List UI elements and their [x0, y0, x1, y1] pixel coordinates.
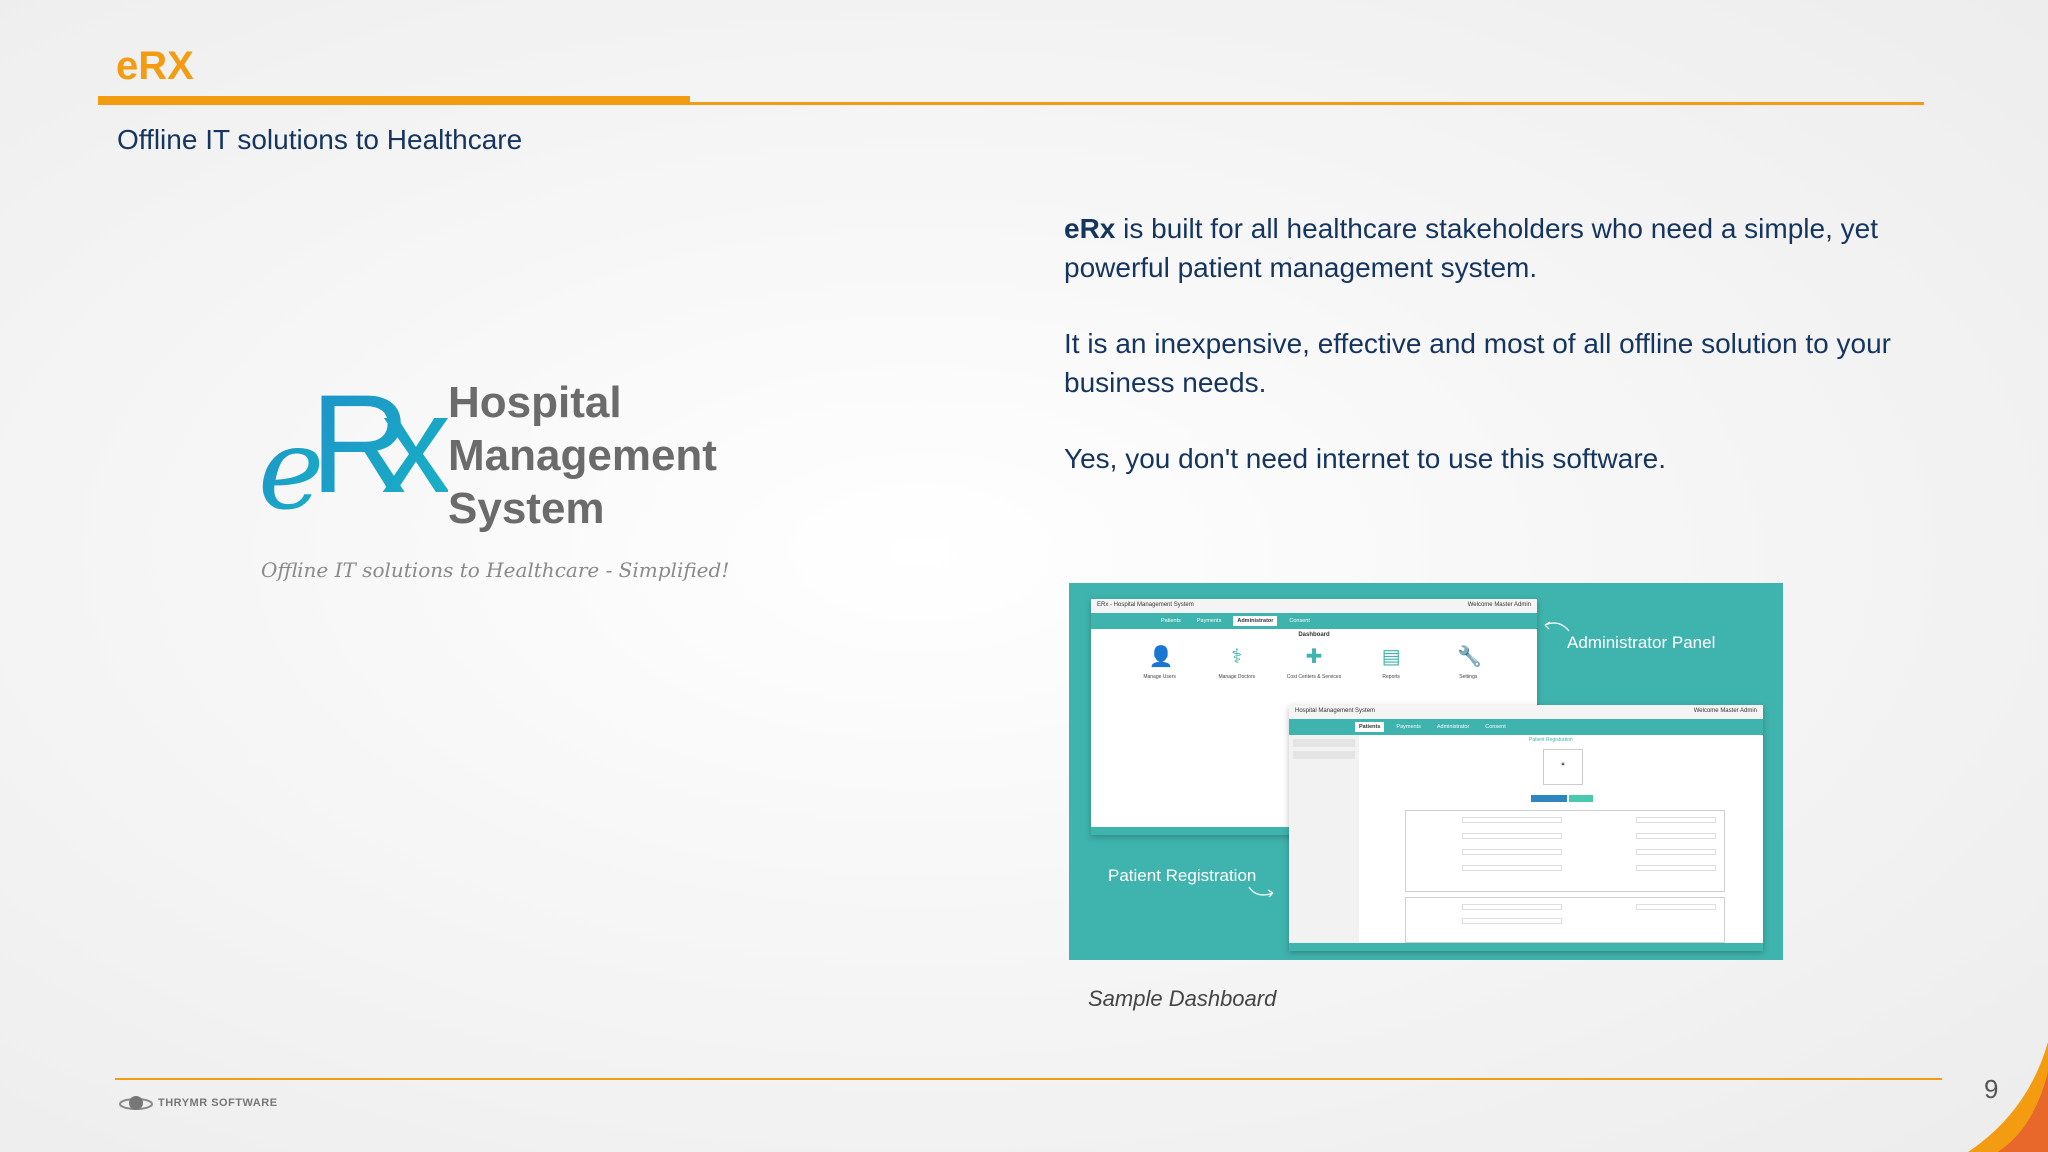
reg-welcome-text: Welcome Master Admin [1693, 708, 1757, 714]
welcome-text: Welcome Master Admin [1467, 602, 1531, 608]
footer-divider [115, 1078, 1942, 1080]
reg-sidebar [1289, 735, 1359, 951]
reg-heading: Patient Registration [1529, 737, 1573, 743]
description-paragraph-3: Yes, you don't need internet to use this… [1064, 443, 1667, 474]
reg-window-title: Hospital Management System [1295, 708, 1376, 714]
reg-field [1636, 865, 1716, 871]
logo-tagline: Offline IT solutions to Healthcare - Sim… [261, 558, 730, 582]
reg-nav-patients: Patients [1355, 722, 1385, 732]
medkit-icon: ✚ [1305, 646, 1323, 668]
user-icon: 👤 [1148, 646, 1174, 668]
reg-nav: Patients Payments Administrator Consent [1289, 719, 1763, 735]
logo-line-system: System [448, 484, 605, 533]
manage-doctors-caption: Manage Doctors [1218, 674, 1256, 680]
reg-field [1462, 849, 1562, 855]
app-title: eRX [116, 44, 194, 88]
reg-field [1462, 833, 1562, 839]
doctor-icon: ⚕ [1231, 646, 1243, 668]
reg-nav-payments: Payments [1396, 724, 1421, 730]
page-subtitle: Offline IT solutions to Healthcare [117, 124, 523, 155]
settings-item: 🔧 Settings [1438, 646, 1498, 680]
description-brand: eRx [1064, 213, 1116, 244]
patient-registration-window: Hospital Management System Welcome Maste… [1289, 705, 1763, 951]
admin-icon-row: 👤 Manage Users ⚕ Manage Doctors ✚ Cost C… [1091, 638, 1537, 680]
reg-sidebar-item [1293, 751, 1355, 759]
corner-swoosh-decoration [1968, 1042, 2048, 1152]
reg-field [1636, 849, 1716, 855]
description: eRx is built for all healthcare stakehol… [1064, 210, 1924, 517]
cost-centers-caption: Cost Centers & Services [1286, 674, 1342, 680]
manage-users-caption: Manage Users [1143, 674, 1176, 680]
logo-line-hospital: Hospital [448, 378, 622, 427]
reports-caption: Reports [1382, 674, 1400, 680]
reg-field [1462, 865, 1562, 871]
logo-line-management: Management [448, 431, 717, 480]
reg-field [1636, 904, 1716, 910]
dashboard-caption: Sample Dashboard [1088, 986, 1277, 1011]
reg-field [1462, 904, 1562, 910]
description-p1-text: is built for all healthcare stakeholders… [1064, 213, 1879, 283]
planet-logo-icon [119, 1096, 153, 1110]
reg-field [1462, 817, 1562, 823]
reg-field [1636, 817, 1716, 823]
contact-details-box [1405, 897, 1725, 943]
reg-field [1636, 833, 1716, 839]
patient-registration-label: Patient Registration [1108, 866, 1257, 885]
patient-details-box [1405, 810, 1725, 892]
manage-doctors-item: ⚕ Manage Doctors [1207, 646, 1267, 680]
photo-placeholder: ▣ [1543, 749, 1583, 785]
nav-consent: Consent [1289, 618, 1310, 624]
logo-wordmark: Hospital Management System [448, 376, 717, 535]
nav-payments: Payments [1196, 618, 1222, 624]
admin-nav: Patients Payments Administrator Consent [1091, 613, 1537, 629]
admin-window-header: ERx - Hospital Management System Welcome… [1091, 599, 1537, 613]
reg-window-footer [1289, 943, 1763, 951]
description-paragraph-1: eRx is built for all healthcare stakehol… [1064, 210, 1924, 287]
reg-button-primary [1531, 795, 1567, 802]
curved-arrow-icon [1544, 621, 1570, 632]
administrator-panel-label: Administrator Panel [1567, 633, 1716, 652]
settings-caption: Settings [1459, 674, 1478, 680]
description-paragraph-2: It is an inexpensive, effective and most… [1064, 328, 1891, 398]
reg-window-header: Hospital Management System Welcome Maste… [1289, 705, 1763, 719]
footer-company-logo: THRYMR SOFTWARE [118, 1092, 278, 1114]
reg-sidebar-item [1293, 739, 1355, 747]
nav-patients: Patients [1161, 618, 1181, 624]
wrench-icon: 🔧 [1457, 646, 1483, 668]
cost-centers-item: ✚ Cost Centers & Services [1284, 646, 1344, 680]
manage-users-item: 👤 Manage Users [1130, 646, 1190, 680]
reg-field [1462, 918, 1562, 924]
nav-administrator: Administrator [1233, 616, 1278, 626]
reg-nav-consent: Consent [1485, 724, 1506, 730]
sample-dashboard-image: ERx - Hospital Management System Welcome… [1069, 583, 1783, 960]
reg-nav-administrator: Administrator [1436, 724, 1470, 730]
company-name: THRYMR SOFTWARE [158, 1097, 278, 1109]
admin-window-title: ERx - Hospital Management System [1097, 602, 1194, 608]
title-underline-thin [98, 102, 1924, 105]
reg-button-secondary [1569, 795, 1593, 802]
logo-letters-rx: Rx [310, 370, 448, 522]
curved-arrow-icon [1248, 886, 1274, 898]
reports-item: ▤ Reports [1361, 646, 1421, 680]
erx-logo-mark: e Rx [258, 370, 448, 530]
document-icon: ▤ [1381, 646, 1401, 668]
